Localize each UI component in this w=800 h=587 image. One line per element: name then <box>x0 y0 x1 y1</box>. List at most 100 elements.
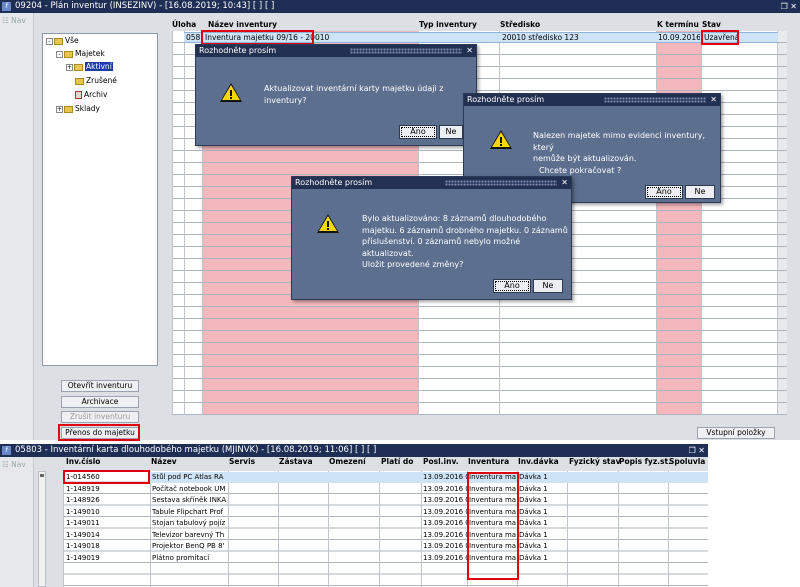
cell-nazev[interactable]: Plátno promítací <box>152 553 227 563</box>
grid-col-plati-do[interactable] <box>379 471 421 587</box>
nav-label[interactable]: ☷ Nav <box>2 16 26 25</box>
open-inventory-button[interactable]: Otevřít inventuru <box>61 380 139 392</box>
cell-davka[interactable]: Dávka 1 <box>519 495 565 505</box>
col-header-k-terminu[interactable]: K termínu <box>657 20 699 29</box>
nav-strip[interactable]: ☷ Nav <box>0 13 34 440</box>
col-header-stredisko[interactable]: Středisko <box>500 20 540 29</box>
tree-node-zrusene[interactable]: Zrušené <box>75 76 117 86</box>
grid-col-stav[interactable] <box>701 31 777 415</box>
col-header-stav[interactable]: Stav <box>702 20 721 29</box>
cell-invent[interactable]: Inventura maje <box>469 553 516 563</box>
cell-invent[interactable]: Inventura maje <box>469 530 516 540</box>
cell-posl[interactable]: 13.09.2016 0 <box>423 507 467 517</box>
cell-davka[interactable]: Dávka 1 <box>519 518 565 528</box>
cell-invent[interactable]: Inventura maje <box>469 484 516 494</box>
col-header-nazev[interactable]: Název inventury <box>208 20 277 29</box>
window-controls[interactable]: ❐ ✕ <box>689 444 705 457</box>
col-header-inventura[interactable]: Inventura <box>468 457 509 466</box>
cell-nazev[interactable]: Televizor barevný Th <box>152 530 227 540</box>
expand-icon[interactable]: + <box>66 63 73 71</box>
cell-posl[interactable]: 13.09.2016 0 <box>423 495 467 505</box>
col-header-typ[interactable]: Typ inventury <box>419 20 477 29</box>
col-header-popis-fyz[interactable]: Popis fyz.st. <box>619 457 671 466</box>
dialog-title-bar[interactable]: Rozhodněte prosím ✕ <box>464 94 720 106</box>
cell-davka[interactable]: Dávka 1 <box>519 472 565 482</box>
cell-davka[interactable]: Dávka 1 <box>519 553 565 563</box>
category-tree[interactable]: - Vše - Majetek + Aktivní Zrušené Archiv + S… <box>42 33 158 366</box>
cell-nazev[interactable]: Počítač notebook UM <box>152 484 227 494</box>
yes-button[interactable]: Ano <box>399 125 437 139</box>
col-header-plati-do[interactable]: Platí do <box>381 457 413 466</box>
cell-inv[interactable]: 1-149018 <box>66 541 148 551</box>
col-header-uloha[interactable]: Úloha <box>172 20 196 29</box>
close-icon[interactable]: ✕ <box>710 94 717 106</box>
cell-posl[interactable]: 13.09.2016 0 <box>423 518 467 528</box>
cell-stav[interactable]: Uzavřená <box>704 33 774 43</box>
grid-col-spoluvl[interactable] <box>668 471 708 587</box>
cell-posl[interactable]: 13.09.2016 0 <box>423 553 467 563</box>
cell-davka[interactable]: Dávka 1 <box>519 507 565 517</box>
collapse-icon[interactable]: - <box>56 50 63 58</box>
cell-k-terminu[interactable]: 10.09.2016 <box>658 33 700 43</box>
col-header-nazev[interactable]: Název <box>151 457 177 466</box>
dialog-title-bar[interactable]: Rozhodněte prosím ✕ <box>292 177 571 189</box>
cell-nazev[interactable]: Projektor BenQ PB 8' <box>152 541 227 551</box>
cell-nazev[interactable]: Tabule Flipchart Prof <box>152 507 227 517</box>
grid-col-popis-fyz[interactable] <box>618 471 668 587</box>
col-header-inv-davka[interactable]: Inv.dávka <box>518 457 559 466</box>
cell-davka[interactable]: Dávka 1 <box>519 541 565 551</box>
no-button[interactable]: Ne <box>439 125 463 139</box>
cell-nazev[interactable]: Stůl pod PC Atlas RA <box>152 472 227 482</box>
no-button[interactable]: Ne <box>533 279 563 293</box>
cell-inv[interactable]: 1-149011 <box>66 518 148 528</box>
close-icon[interactable]: ✕ <box>466 45 473 57</box>
cell-posl[interactable]: 13.09.2016 0 <box>423 530 467 540</box>
cell-invent[interactable]: Inventura maje <box>469 541 516 551</box>
cell-inv[interactable]: 1-148926 <box>66 495 148 505</box>
cell-posl[interactable]: 13.09.2016 0 <box>423 484 467 494</box>
cell-inv[interactable]: 1-014560 <box>66 472 148 482</box>
nav-label[interactable]: ☷ Nav <box>2 460 26 469</box>
nav-strip[interactable]: ☷ Nav <box>0 457 34 587</box>
cell-nazev[interactable]: Sestava skříněk INKA <box>152 495 227 505</box>
cell-invent[interactable]: Inventura maje <box>469 472 516 482</box>
tree-node-aktivni[interactable]: + Aktivní <box>66 62 113 72</box>
grid-col-uloha[interactable] <box>172 31 184 415</box>
cell-inv[interactable]: 1-149014 <box>66 530 148 540</box>
grid-col-zastava[interactable] <box>278 471 328 587</box>
cell-davka[interactable]: Dávka 1 <box>519 484 565 494</box>
cell-invent[interactable]: Inventura maje <box>469 507 516 517</box>
yes-button[interactable]: Ano <box>645 185 683 199</box>
cell-inv[interactable]: 1-148919 <box>66 484 148 494</box>
col-header-servis[interactable]: Servis <box>229 457 255 466</box>
close-icon[interactable]: ✕ <box>561 177 568 189</box>
cell-nazev[interactable]: Stojan tabulový pojíz <box>152 518 227 528</box>
cell-uloha[interactable]: 058 <box>186 33 202 43</box>
window-controls[interactable]: ❐ ✕ <box>781 0 797 13</box>
input-items-button[interactable]: Vstupní položky <box>697 427 775 439</box>
tree-node-majetek[interactable]: - Majetek <box>56 49 105 59</box>
expand-icon[interactable]: + <box>56 105 63 113</box>
cancel-inventory-button[interactable]: Zrušit inventuru <box>61 411 139 423</box>
cell-inv[interactable]: 1-149010 <box>66 507 148 517</box>
tree-node-sklady[interactable]: + Sklady <box>56 104 100 114</box>
cell-invent[interactable]: Inventura maje <box>469 495 516 505</box>
col-header-invcislo[interactable]: Inv.číslo <box>66 457 100 466</box>
col-header-posl-inv[interactable]: Posl.inv. <box>423 457 459 466</box>
cell-invent[interactable]: Inventura maje <box>469 518 516 528</box>
col-header-omezeni[interactable]: Omezení <box>329 457 366 466</box>
no-button[interactable]: Ne <box>685 185 715 199</box>
cell-posl[interactable]: 13.09.2016 0 <box>423 472 467 482</box>
cell-inv[interactable]: 1-149019 <box>66 553 148 563</box>
yes-button[interactable]: Ano <box>493 279 531 293</box>
grid-col-fyzicky-stav[interactable] <box>567 471 618 587</box>
grid-col-omezeni[interactable] <box>328 471 379 587</box>
grid-col-servis[interactable] <box>228 471 278 587</box>
cell-stredisko[interactable]: 20010 středisko 123 <box>502 33 652 43</box>
transfer-to-assets-button[interactable]: Přenos do majetku <box>61 427 139 439</box>
archive-button[interactable]: Archivace <box>61 396 139 408</box>
cell-nazev[interactable]: Inventura majetku 09/16 - 20010 <box>205 33 413 43</box>
col-header-zastava[interactable]: Zástava <box>279 457 313 466</box>
collapse-icon[interactable]: - <box>46 37 53 45</box>
tree-node-root[interactable]: - Vše <box>46 36 79 46</box>
